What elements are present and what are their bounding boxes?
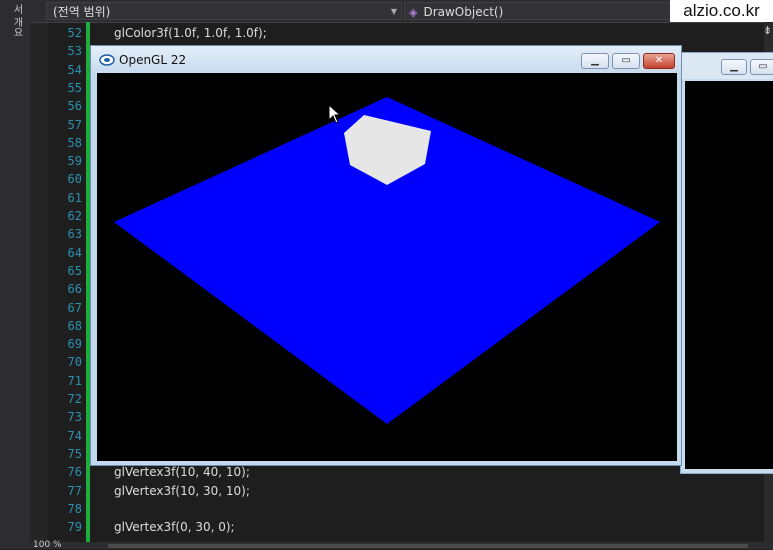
line-number: 64: [67, 245, 82, 260]
app-icon: [99, 54, 115, 66]
line-number: 54: [67, 62, 82, 77]
mouse-pointer-icon: [328, 104, 342, 124]
line-number: 70: [67, 355, 82, 370]
left-tool-strip: 서 개요: [0, 0, 31, 549]
code-line: glVertex3f(10, 30, 10);: [114, 483, 250, 498]
line-number: 59: [67, 154, 82, 169]
close-icon[interactable]: ✕: [643, 53, 675, 69]
line-number: 61: [67, 190, 82, 205]
line-number: 67: [67, 300, 82, 315]
line-number: 60: [67, 172, 82, 187]
line-number: 68: [67, 318, 82, 333]
line-number: 72: [67, 392, 82, 406]
line-number: 74: [67, 428, 82, 443]
line-number: 53: [67, 44, 82, 59]
background-window-canvas: [685, 81, 773, 469]
line-number: 73: [67, 410, 82, 425]
outline-tab-label[interactable]: 서 개요: [9, 4, 24, 37]
horizontal-scroll-thumb[interactable]: [108, 544, 748, 548]
scope-dropdown-value: (전역 범위): [53, 5, 111, 19]
line-number: 65: [67, 263, 82, 278]
opengl-window[interactable]: OpenGL 22 ▁ ▭ ✕: [90, 45, 682, 466]
code-line: glColor3f(1.0f, 1.0f, 1.0f);: [114, 26, 267, 40]
line-number: 69: [67, 337, 82, 352]
opengl-canvas[interactable]: [97, 73, 677, 461]
line-number: 62: [67, 209, 82, 223]
line-number: 78: [67, 501, 82, 516]
line-number: 55: [67, 80, 82, 95]
line-number: 57: [67, 117, 82, 132]
line-number: 56: [67, 99, 82, 114]
gutter: [30, 0, 48, 549]
line-number: 71: [67, 373, 82, 388]
window-title: OpenGL 22: [119, 53, 187, 67]
member-dropdown[interactable]: ◈ DrawObject(): [404, 2, 712, 20]
line-number: 76: [67, 465, 82, 480]
line-number: 52: [67, 26, 82, 40]
chevron-down-icon: ▼: [390, 7, 397, 16]
line-number: 63: [67, 227, 82, 242]
watermark: alzio.co.kr: [670, 0, 773, 22]
method-icon: ◈: [409, 6, 418, 19]
scope-dropdown[interactable]: (전역 범위) ▼: [46, 2, 402, 20]
background-window-titlebar[interactable]: ▁ ▭: [681, 53, 773, 79]
line-number: 79: [67, 520, 82, 535]
member-dropdown-value: DrawObject(): [423, 5, 504, 19]
line-number: 66: [67, 282, 82, 297]
line-number: 77: [67, 483, 82, 498]
background-window[interactable]: ▁ ▭: [680, 52, 773, 474]
maximize-icon[interactable]: ▭: [612, 53, 640, 69]
opengl-window-titlebar[interactable]: OpenGL 22 ▁ ▭ ✕: [91, 46, 681, 73]
line-number-margin: 52 53 54 55 56 57 58 59 60 61 62 63 64 65 66 67 68 69 70 71…: [48, 22, 86, 542]
maximize-icon[interactable]: ▭: [750, 59, 773, 75]
navigation-bar: (전역 범위) ▼ ◈ DrawObject(): [30, 0, 773, 23]
minimize-icon[interactable]: ▁: [581, 53, 609, 69]
zoom-level[interactable]: 100 %: [33, 541, 62, 550]
split-icon[interactable]: ⇟: [763, 24, 772, 37]
minimize-icon[interactable]: ▁: [721, 59, 747, 75]
line-number: 75: [67, 446, 82, 461]
line-number: 58: [67, 135, 82, 150]
code-line: glVertex3f(0, 30, 0);: [114, 520, 235, 535]
